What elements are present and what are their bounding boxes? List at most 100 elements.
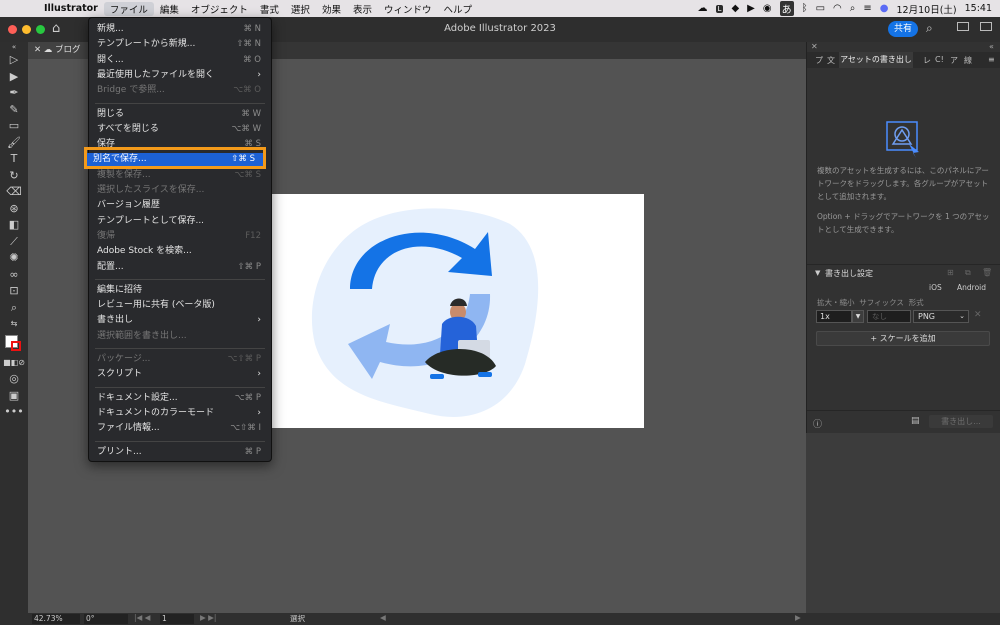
menu-select[interactable]: 選択 [285,2,316,16]
file-menu-item[interactable]: 最近使用したファイルを開く › [97,69,263,82]
export-settings-header[interactable]: 書き出し設定 [825,268,873,279]
edit-toolbar-icon[interactable]: ••• [0,404,28,421]
file-menu-item[interactable]: ドキュメントのカラーモード › [97,407,263,420]
play-icon[interactable]: ▶ [747,3,755,14]
line-app-icon[interactable]: L [715,4,724,13]
paintbrush-tool-icon[interactable]: 🖌 [0,135,28,152]
remove-scale-icon[interactable]: ✕ [974,310,982,320]
scale-input[interactable]: 1x [816,310,852,323]
share-button[interactable]: 共有 [888,21,918,37]
duplicate-icon[interactable]: ⧉ [965,268,971,278]
color-none-icons[interactable]: ■◧⊘ [0,355,28,372]
eyedropper-tool-icon[interactable]: ⟋ [0,234,28,251]
file-menu-item[interactable]: テンプレートとして保存... [97,215,263,228]
close-window-icon[interactable] [8,25,17,34]
file-menu-item[interactable]: 配置... ⇧⌘ P [97,261,263,274]
chevron-down-icon[interactable]: ▼ [815,269,820,277]
android-preset-button[interactable]: Android [957,283,986,292]
tab-libraries[interactable]: C! [935,55,944,64]
file-menu-item[interactable]: 閉じる ⌘ W [97,108,263,121]
symbol-sprayer-tool-icon[interactable]: ✺ [0,250,28,267]
menu-effect[interactable]: 効果 [316,2,347,16]
workspace-switcher-icon[interactable] [980,22,992,31]
blend-tool-icon[interactable]: ∞ [0,267,28,284]
artboard-number-input[interactable]: 1 [160,614,194,624]
bluetooth-icon[interactable]: ᛒ [802,3,808,14]
file-menu-item[interactable]: 新規... ⌘ N [97,23,263,36]
control-center-icon[interactable]: ≡ [863,3,871,14]
width-tool-icon[interactable]: ⊛ [0,201,28,218]
current-tool-label[interactable]: 選択 [290,613,305,624]
menubar-time[interactable]: 15:41 [965,3,992,14]
eraser-tool-icon[interactable]: ⌫ [0,184,28,201]
close-tab-icon[interactable]: ✕ [34,45,44,55]
app-menu[interactable]: Illustrator [38,3,104,14]
ime-indicator[interactable]: あ [779,1,794,16]
siri-icon[interactable]: ● [880,3,889,14]
add-group-icon[interactable]: ⊞ [947,268,954,277]
file-menu-item[interactable]: スクリプト › [97,368,263,381]
rotate-tool-icon[interactable]: ↻ [0,168,28,185]
swap-fill-stroke-icon[interactable]: ⇆ [0,316,28,333]
fill-stroke-swatch[interactable] [0,333,28,355]
creative-cloud-icon[interactable]: ☁ [698,3,708,14]
rectangle-tool-icon[interactable]: ▭ [0,118,28,135]
tab-stroke[interactable]: 線 [964,55,972,66]
export-button[interactable]: 書き出し... [929,415,993,428]
file-menu-item[interactable]: プリント... ⌘ P [97,446,263,459]
file-menu-item[interactable]: テンプレートから新規... ⇧⌘ N [97,38,263,51]
suffix-input[interactable]: なし [867,310,911,323]
zoom-tool-icon[interactable]: ⌕ [0,300,28,317]
tab-properties[interactable]: プ [815,55,823,66]
file-menu-item[interactable]: ドキュメント設定... ⌥⌘ P [97,392,263,405]
tab-artboards[interactable]: ア [950,55,958,66]
gradient-tool-icon[interactable]: ◧ [0,217,28,234]
file-menu-item[interactable]: 書き出し › [97,314,263,327]
document-tab[interactable]: ✕ ☁ ブログ [28,42,88,59]
zoom-window-icon[interactable] [36,25,45,34]
menu-file[interactable]: ファイル [103,1,154,16]
scroll-left-icon[interactable]: ◀ [380,613,386,622]
collapse-panel-icon[interactable]: « [989,42,994,51]
screen-mode-icon[interactable]: ▣ [0,388,28,405]
menu-view[interactable]: 表示 [347,2,378,16]
last-artboard-icon[interactable]: ▶ ▶| [200,613,216,622]
scale-dropdown-icon[interactable]: ▼ [852,310,864,323]
trash-icon[interactable]: 🗑 [982,268,992,277]
file-menu-item[interactable]: すべてを閉じる ⌥⌘ W [97,123,263,136]
selection-tool-icon[interactable]: ▷ [0,52,28,69]
battery-icon[interactable]: ▭ [816,3,825,14]
type-tool-icon[interactable]: T [0,151,28,168]
pen-tool-icon[interactable]: ✒ [0,85,28,102]
export-for-screens-icon[interactable]: ▤ [911,416,920,426]
panel-menu-icon[interactable]: ≡ [988,55,995,64]
menu-object[interactable]: オブジェクト [185,2,254,16]
home-icon[interactable]: ⌂ [52,21,60,36]
menu-window[interactable]: ウィンドウ [378,2,438,16]
close-panel-icon[interactable]: ✕ [811,42,818,51]
rotation-input[interactable]: 0° [84,614,128,624]
menu-type[interactable]: 書式 [254,2,285,16]
search-icon[interactable]: ⌕ [850,3,856,14]
tab-asset-export[interactable]: アセットの書き出し [839,52,913,68]
file-menu-item[interactable]: Adobe Stock を検索... [97,245,263,258]
arrange-documents-icon[interactable] [957,22,969,31]
tab-character[interactable]: 文 [827,55,835,66]
curvature-tool-icon[interactable]: ✎ [0,102,28,119]
artboard[interactable] [270,194,644,428]
dropbox-icon[interactable]: ◆ [731,3,739,14]
artboard-tool-icon[interactable]: ⊡ [0,283,28,300]
menu-edit[interactable]: 編集 [154,2,185,16]
file-menu-item[interactable]: レビュー用に共有 (ベータ版) [97,299,263,312]
menu-help[interactable]: ヘルプ [437,2,478,16]
drawing-mode-icon[interactable]: ◎ [0,371,28,388]
info-icon[interactable]: ⓘ [813,417,822,430]
add-scale-button[interactable]: + スケールを追加 [816,331,990,346]
illustration[interactable] [270,194,644,428]
direct-selection-tool-icon[interactable]: ▶ [0,69,28,86]
file-menu-item[interactable]: 開く... ⌘ O [97,54,263,67]
file-menu-item[interactable]: バージョン履歴 [97,199,263,212]
zoom-input[interactable]: 42.73% [32,614,80,624]
first-artboard-icon[interactable]: |◀ ◀ [134,613,150,622]
file-menu-item[interactable]: 編集に招待 [97,284,263,297]
